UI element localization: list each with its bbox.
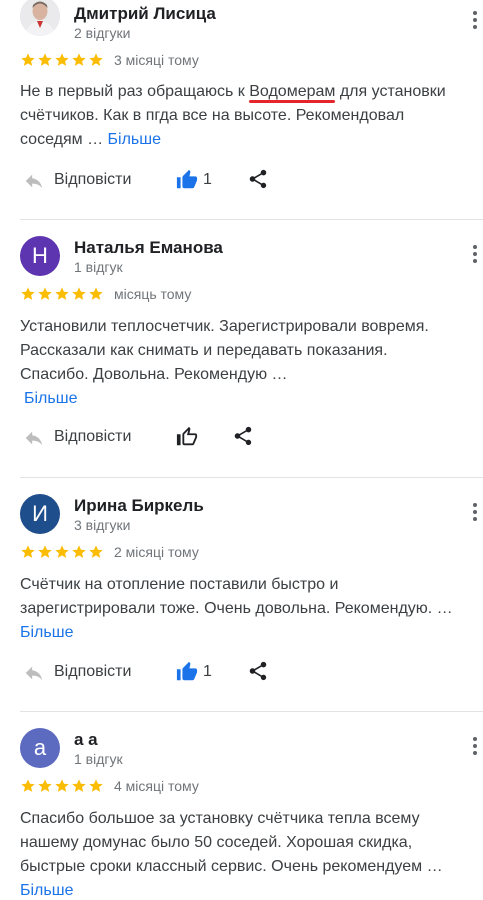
star-icon [88,286,104,302]
reply-icon[interactable] [22,170,46,192]
star-icon [88,544,104,560]
more-link[interactable]: Більше [108,131,161,148]
star-icon [37,778,53,794]
review-count: 3 відгуки [74,517,131,533]
review-actions: Відповісти 1 [0,658,483,688]
star-icon [20,52,36,68]
review-date: 3 місяці тому [114,52,199,68]
avatar-letter: И [32,501,48,526]
avatar[interactable]: Н [20,236,60,276]
star-icon [37,286,53,302]
like-count: 1 [203,663,212,680]
review-text: Спасибо большое за установку счётчика те… [20,807,460,900]
star-icon [71,778,87,794]
more-vert-icon[interactable] [465,242,483,266]
more-link[interactable]: Більше [24,390,77,407]
review-card: а а а 1 відгук 4 місяці тому Спасибо бол… [0,712,483,900]
star-rating [20,51,104,69]
star-icon [20,286,36,302]
like-count: 1 [203,171,212,188]
author-name[interactable]: Наталья Еманова [74,238,223,258]
reply-button[interactable]: Відповісти [54,663,131,681]
highlighted-word: Водомерам [249,83,336,100]
star-icon [71,286,87,302]
review-count: 1 відгук [74,259,123,275]
reply-icon[interactable] [22,662,46,684]
more-vert-icon[interactable] [465,734,483,758]
star-icon [54,544,70,560]
review-text-body: Счётчик на отопление поставили быстро и … [20,576,453,617]
more-vert-icon[interactable] [465,500,483,524]
review-date: 4 місяці тому [114,778,199,794]
star-icon [54,286,70,302]
more-link[interactable]: Більше [20,882,73,899]
review-actions: Відповісти 1 [0,166,483,196]
review-text: Счётчик на отопление поставили быстро и … [20,573,460,645]
review-date: місяць тому [114,286,192,302]
review-text-start: Не в первый раз обращаюсь к [20,83,250,100]
more-vert-icon[interactable] [465,8,483,32]
author-name[interactable]: а а [74,730,98,750]
author-name[interactable]: Дмитрий Лисица [74,4,216,24]
star-icon [71,544,87,560]
star-icon [20,544,36,560]
reply-icon[interactable] [22,427,46,449]
avatar-letter: а [33,735,47,760]
review-actions: Відповісти [0,423,483,453]
review-card: И Ирина Биркель 3 відгуки 2 місяці тому … [0,478,483,712]
star-icon [71,52,87,68]
star-icon [37,52,53,68]
star-icon [88,778,104,794]
review-text-body: Установили теплосчетчик. Зарегистрировал… [20,318,429,383]
review-text-body: Спасибо большое за установку счётчика те… [20,810,443,875]
thumb-up-icon[interactable] [176,169,198,191]
review-card: Н Наталья Еманова 1 відгук місяць тому У… [0,220,483,478]
star-rating [20,777,104,795]
star-icon [54,52,70,68]
review-count: 1 відгук [74,751,123,767]
thumb-up-icon[interactable] [176,426,198,448]
star-icon [54,778,70,794]
author-name[interactable]: Ирина Биркель [74,496,204,516]
review-date: 2 місяці тому [114,544,199,560]
star-icon [20,778,36,794]
star-rating [20,285,104,303]
avatar[interactable]: И [20,494,60,534]
star-icon [37,544,53,560]
star-icon [88,52,104,68]
avatar[interactable]: а [20,728,60,768]
reply-button[interactable]: Відповісти [54,171,131,189]
avatar-letter: Н [32,243,48,268]
thumb-up-icon[interactable] [176,661,198,683]
share-icon[interactable] [232,425,254,447]
avatar[interactable] [20,0,60,36]
reply-button[interactable]: Відповісти [54,428,131,446]
review-card: Дмитрий Лисица 2 відгуки 3 місяці тому Н… [0,0,483,220]
share-icon[interactable] [247,660,269,682]
user-photo-icon [20,0,60,36]
more-link[interactable]: Більше [20,624,73,641]
review-text: Не в первый раз обращаюсь к Водомерам дл… [20,80,460,152]
review-text: Установили теплосчетчик. Зарегистрировал… [20,315,460,411]
share-icon[interactable] [247,168,269,190]
star-rating [20,543,104,561]
review-count: 2 відгуки [74,25,131,41]
